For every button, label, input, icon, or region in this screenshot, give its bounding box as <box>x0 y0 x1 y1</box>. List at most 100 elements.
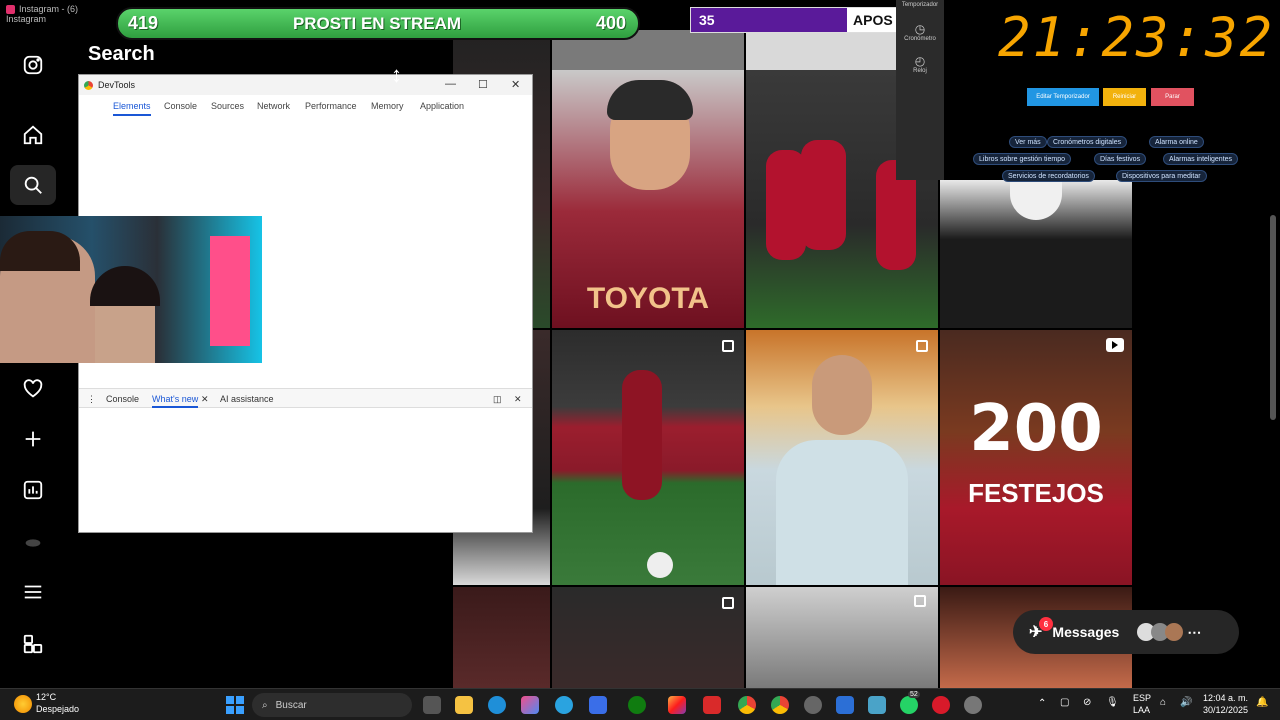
red-app-icon[interactable] <box>703 696 721 714</box>
tile-200-text: 200 <box>969 392 1103 466</box>
grid-tile[interactable]: 200 FESTEJOS <box>940 330 1132 585</box>
microphone-icon[interactable]: 🎙 <box>1106 697 1119 708</box>
search-icon[interactable] <box>10 165 56 205</box>
drawer-tab-ai-assistance[interactable]: AI assistance <box>220 394 274 404</box>
stop-button[interactable]: Parar <box>1151 88 1194 106</box>
clock-icon[interactable]: ◴ <box>896 54 944 68</box>
stopwatch-label[interactable]: Cronómetro <box>896 36 944 42</box>
grid-tile[interactable] <box>552 587 744 688</box>
tray-app-icon[interactable]: ▢ <box>1060 697 1069 708</box>
instagram-logo-icon[interactable] <box>18 50 48 80</box>
page-scrollbar[interactable] <box>1270 215 1276 420</box>
language-indicator[interactable]: ESP <box>1133 693 1151 703</box>
taskbar-search[interactable]: ⌕ Buscar <box>252 693 412 717</box>
devtools-drawer-bar: ⋮ Console What's new ✕ AI assistance ◫ ✕ <box>79 388 532 408</box>
clock-date[interactable]: 30/12/2025 <box>1203 705 1248 715</box>
dock-side-icon[interactable]: ◫ <box>493 394 502 405</box>
file-explorer-icon[interactable] <box>455 696 473 714</box>
grid-tile[interactable] <box>940 180 1132 328</box>
windows-start-icon[interactable] <box>226 696 244 714</box>
telegram-icon[interactable] <box>555 696 573 714</box>
weather-icon[interactable] <box>14 695 32 713</box>
stopwatch-icon[interactable]: ◷ <box>896 22 944 36</box>
grid-tile[interactable] <box>552 330 744 585</box>
home-icon[interactable] <box>18 120 48 150</box>
network-icon[interactable]: ⌂ <box>1160 697 1166 708</box>
tab-elements[interactable]: Elements <box>113 101 151 116</box>
chip-cronometros[interactable]: Cronómetros digitales <box>1047 136 1128 148</box>
tray-chevron-icon[interactable]: ⌃ <box>1038 698 1046 709</box>
xbox-icon[interactable] <box>628 696 646 714</box>
instagram-app-icon[interactable] <box>668 696 686 714</box>
apps-icon[interactable] <box>18 629 48 659</box>
chrome-taskbar-icon[interactable] <box>738 696 756 714</box>
volume-icon[interactable]: 🔊 <box>1180 697 1192 708</box>
drawer-close-icon[interactable]: ✕ <box>514 394 522 405</box>
chip-ver-mas[interactable]: Ver más <box>1009 136 1047 148</box>
timer-side-panel: Temporizador ◷ Cronómetro ◴ Reloj <box>896 0 944 180</box>
reset-button[interactable]: Reiniciar <box>1103 88 1146 106</box>
weather-temp[interactable]: 12°C <box>36 692 56 702</box>
create-plus-icon[interactable] <box>18 424 48 454</box>
edge-icon[interactable] <box>488 696 506 714</box>
tray-mute-icon[interactable]: ⊘ <box>1083 697 1091 708</box>
grid-tile[interactable]: TOYOTA <box>552 70 744 328</box>
drawer-tab-whats-new[interactable]: What's new <box>152 394 199 408</box>
remote-icon[interactable] <box>868 696 886 714</box>
chrome-profile-icon[interactable] <box>771 696 789 714</box>
tab-application[interactable]: Application <box>420 101 464 111</box>
grid-tile[interactable] <box>746 587 938 688</box>
dashboard-icon[interactable] <box>18 475 48 505</box>
weather-desc[interactable]: Despejado <box>36 704 79 714</box>
tab-sources[interactable]: Sources <box>211 101 244 111</box>
devtools-tabs: Elements Console Sources Network Perform… <box>79 95 532 117</box>
grid-tile[interactable] <box>746 330 938 585</box>
messages-label: Messages <box>1052 624 1120 640</box>
banner-title: PROSTI EN STREAM <box>292 13 462 33</box>
task-view-icon[interactable] <box>423 696 441 714</box>
menu-icon[interactable] <box>18 577 48 607</box>
copilot-icon[interactable] <box>521 696 539 714</box>
language-sub[interactable]: LAA <box>1133 705 1150 715</box>
whatsapp-icon[interactable] <box>900 696 918 714</box>
devtools-titlebar[interactable]: DevTools — ☐ ✕ <box>79 75 532 95</box>
tile-festejos-text: FESTEJOS <box>968 478 1104 508</box>
carousel-icon <box>914 595 926 607</box>
chip-alarma-online[interactable]: Alarma online <box>1149 136 1204 148</box>
tab-console[interactable]: Console <box>164 101 197 111</box>
chip-libros[interactable]: Libros sobre gestión tiempo <box>973 153 1071 165</box>
meta-icon[interactable] <box>18 528 48 558</box>
edit-timer-button[interactable]: Editar Temporizador <box>1027 88 1099 106</box>
whatsapp-badge: 52 <box>908 691 920 698</box>
defender-icon[interactable] <box>836 696 854 714</box>
settings-gear-icon[interactable] <box>804 696 822 714</box>
grid-tile[interactable] <box>453 587 550 688</box>
clock-label[interactable]: Reloj <box>896 68 944 74</box>
clock-time[interactable]: 12:04 a. m. <box>1203 693 1248 703</box>
tab-network[interactable]: Network <box>257 101 290 111</box>
chip-dias-festivos[interactable]: Días festivos <box>1094 153 1147 165</box>
more-icon: ⋯ <box>1187 623 1202 640</box>
countdown-clock: 21:23:32 <box>998 6 1275 69</box>
browser-tab[interactable]: Instagram - (6) Instagram <box>0 0 120 24</box>
chip-recordatorios[interactable]: Servicios de recordatorios <box>1002 170 1095 182</box>
opera-icon[interactable] <box>932 696 950 714</box>
drawer-menu-icon[interactable]: ⋮ <box>87 394 96 405</box>
maximize-icon[interactable]: ☐ <box>478 78 488 91</box>
chrome-icon <box>84 80 93 90</box>
chip-meditar[interactable]: Dispositivos para meditar <box>1116 170 1207 182</box>
grid-tile[interactable] <box>746 30 896 70</box>
bet-count: 35 <box>699 12 715 28</box>
drawer-tab-console[interactable]: Console <box>106 394 139 404</box>
minimize-icon[interactable]: — <box>445 78 456 90</box>
chip-alarmas-inteligentes[interactable]: Alarmas inteligentes <box>1163 153 1239 165</box>
store-icon[interactable] <box>589 696 607 714</box>
close-icon[interactable]: ✕ <box>511 78 520 91</box>
notifications-icon[interactable]: 🔔 <box>1256 697 1268 708</box>
steam-icon[interactable] <box>964 696 982 714</box>
messages-button[interactable]: ✈ 6 Messages ⋯ <box>1013 610 1239 654</box>
notifications-heart-icon[interactable] <box>18 374 48 404</box>
drawer-tab-close-icon[interactable]: ✕ <box>201 394 209 405</box>
tab-memory[interactable]: Memory <box>371 101 404 111</box>
tab-performance[interactable]: Performance <box>305 101 357 111</box>
